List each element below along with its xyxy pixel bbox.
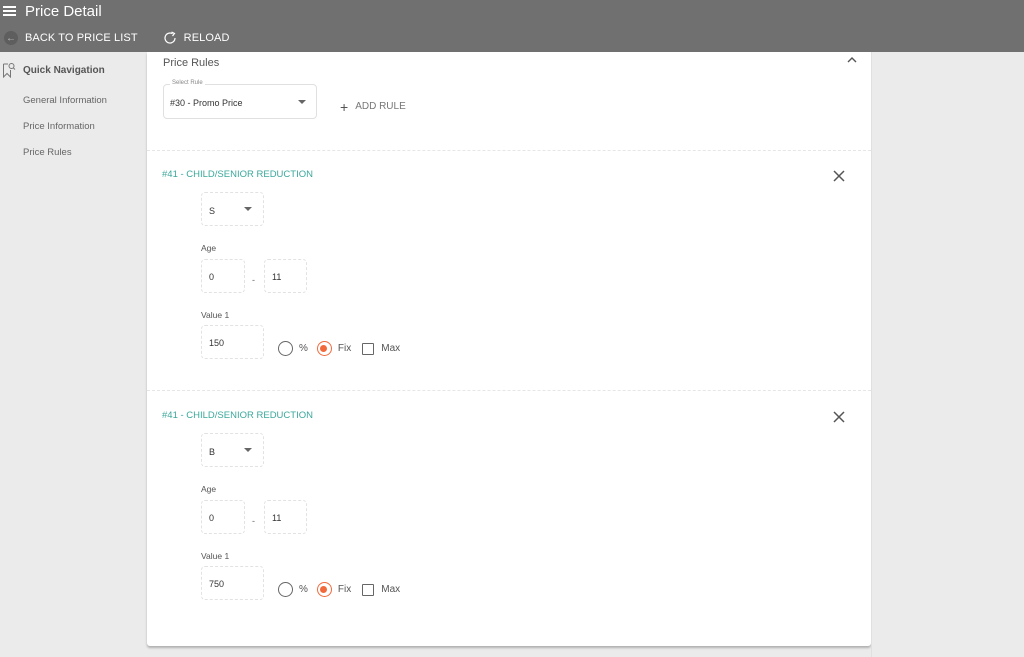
title-row: Price Detail — [0, 0, 102, 22]
value-mode-options: % Fix Max — [278, 341, 409, 356]
dropdown-caret-icon — [244, 207, 252, 211]
rule-divider — [147, 390, 871, 391]
percent-label: % — [299, 584, 308, 595]
sidebar-item-general-information[interactable]: General Information — [23, 95, 107, 106]
close-icon[interactable] — [832, 410, 846, 424]
chevron-up-icon[interactable] — [846, 55, 858, 65]
rule-title: #41 - CHILD/SENIOR REDUCTION — [162, 169, 313, 180]
percent-radio[interactable] — [278, 341, 293, 356]
close-icon[interactable] — [832, 169, 846, 183]
age-min-input[interactable]: 0 — [201, 500, 245, 534]
quick-navigation-label: Quick Navigation — [23, 64, 105, 76]
age-max-input[interactable]: 11 — [264, 259, 307, 293]
max-checkbox[interactable] — [362, 342, 375, 355]
value-1-label: Value 1 — [201, 310, 230, 320]
top-bar: Price Detail ← BACK TO PRICE LIST RELOAD — [0, 0, 1024, 52]
percent-radio[interactable] — [278, 582, 293, 597]
quick-navigation-heading: Quick Navigation — [0, 62, 105, 78]
back-to-price-list-button[interactable]: ← BACK TO PRICE LIST — [0, 31, 138, 45]
passenger-type-value: B — [209, 447, 216, 457]
fix-radio[interactable] — [316, 582, 332, 597]
age-separator: - — [252, 516, 255, 526]
reload-button[interactable]: RELOAD — [162, 30, 230, 46]
select-rule-label: Select Rule — [170, 80, 205, 86]
action-row: ← BACK TO PRICE LIST RELOAD — [0, 28, 230, 48]
select-rule-value: #30 - Promo Price — [170, 98, 243, 108]
plus-icon: + — [340, 98, 349, 115]
age-min-input[interactable]: 0 — [201, 259, 245, 293]
arrow-left-icon: ← — [4, 31, 18, 45]
fix-label: Fix — [337, 584, 352, 595]
back-to-price-list-label: BACK TO PRICE LIST — [25, 32, 138, 44]
value-1-input[interactable]: 150 — [201, 325, 264, 359]
rule-block: #41 - CHILD/SENIOR REDUCTION S Age 0 - 1… — [147, 151, 871, 391]
price-rules-card: Price Rules Select Rule #30 - Promo Pric… — [147, 52, 871, 646]
max-label: Max — [381, 343, 401, 354]
page-title: Price Detail — [25, 2, 102, 20]
value-1-label: Value 1 — [201, 551, 230, 561]
dropdown-caret-icon — [244, 448, 252, 452]
select-rule-dropdown[interactable]: Select Rule #30 - Promo Price — [163, 80, 317, 119]
hamburger-menu-icon[interactable] — [3, 6, 17, 16]
max-label: Max — [381, 584, 401, 595]
fix-label: Fix — [337, 343, 352, 354]
age-label: Age — [201, 484, 217, 494]
age-max-input[interactable]: 11 — [264, 500, 307, 534]
rule-title: #41 - CHILD/SENIOR REDUCTION — [162, 410, 313, 421]
value-1-input[interactable]: 750 — [201, 566, 264, 600]
refresh-icon — [164, 31, 176, 44]
fix-radio[interactable] — [316, 341, 332, 356]
passenger-type-select[interactable]: B — [201, 433, 264, 467]
reload-label: RELOAD — [183, 32, 230, 44]
value-mode-options: % Fix Max — [278, 582, 409, 597]
age-label: Age — [201, 243, 217, 253]
quick-navigation-sidebar: Quick Navigation General Information Pri… — [0, 52, 147, 657]
sidebar-item-price-rules[interactable]: Price Rules — [23, 147, 72, 158]
passenger-type-value: S — [209, 206, 216, 216]
age-separator: - — [252, 275, 255, 285]
right-empty-area — [871, 52, 1024, 657]
bookmark-search-icon — [3, 63, 16, 78]
rule-block: #41 - CHILD/SENIOR REDUCTION B Age 0 - 1… — [147, 392, 871, 632]
passenger-type-select[interactable]: S — [201, 192, 264, 226]
add-rule-button[interactable]: + ADD RULE — [340, 98, 406, 115]
dropdown-caret-icon — [298, 100, 306, 104]
add-rule-label: ADD RULE — [355, 101, 406, 112]
percent-label: % — [299, 343, 308, 354]
max-checkbox[interactable] — [362, 583, 375, 596]
sidebar-item-price-information[interactable]: Price Information — [23, 121, 95, 132]
section-title: Price Rules — [163, 57, 220, 69]
